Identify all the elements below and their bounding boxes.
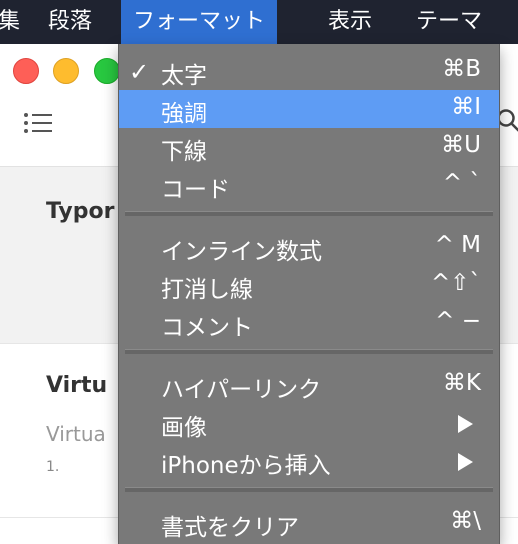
menu-item-image[interactable]: 画像 <box>119 404 499 442</box>
shortcut-label: ⌘K <box>442 370 481 396</box>
format-menu: ✓ 太字 ⌘B 強調 ⌘I 下線 ⌘U コード ^ ` インライン数式 ^ M … <box>118 44 500 544</box>
menu-item-hyperlink[interactable]: ハイパーリンク ⌘K <box>119 366 499 404</box>
menu-item-label: 画像 <box>161 415 207 441</box>
menu-item-label: コメント <box>161 315 253 341</box>
menu-item-label: 強調 <box>161 101 207 127</box>
menu-item-inline-math[interactable]: インライン数式 ^ M <box>119 228 499 266</box>
outline-list-icon[interactable] <box>24 112 52 134</box>
menu-item-label: インライン数式 <box>161 239 322 265</box>
menu-item-code[interactable]: コード ^ ` <box>119 166 499 204</box>
menu-item-label: iPhoneから挿入 <box>161 453 331 479</box>
menu-item-comment[interactable]: コメント ^ − <box>119 304 499 342</box>
menubar-item-view[interactable]: 表示 <box>316 0 384 44</box>
menu-item-label: コード <box>161 177 230 203</box>
menu-item-emphasis[interactable]: 強調 ⌘I <box>119 90 499 128</box>
file-preview-number: 1. <box>46 459 60 475</box>
shortcut-label: ⌘\ <box>450 508 481 534</box>
file-title[interactable]: Virtu <box>46 373 107 398</box>
minimize-window-button[interactable] <box>53 58 79 84</box>
menu-item-label: 打消し線 <box>161 277 253 303</box>
menu-item-insert-from-iphone[interactable]: iPhoneから挿入 <box>119 442 499 480</box>
menu-bar: 集 段落 フォーマット 表示 テーマ <box>0 0 518 44</box>
shortcut-label: ^⇧` <box>430 270 481 296</box>
close-window-button[interactable] <box>13 58 39 84</box>
menu-item-label: 下線 <box>161 139 207 165</box>
shortcut-label: ^ − <box>435 308 481 334</box>
menubar-item-theme[interactable]: テーマ <box>404 0 494 44</box>
submenu-arrow-icon <box>458 415 473 433</box>
file-title: Typor <box>46 199 115 224</box>
menu-separator <box>125 349 493 354</box>
menu-item-label: 太字 <box>161 63 207 89</box>
menu-separator <box>125 211 493 216</box>
menu-item-clear-format[interactable]: 書式をクリア ⌘\ <box>119 504 499 542</box>
menu-item-bold[interactable]: ✓ 太字 ⌘B <box>119 52 499 90</box>
menubar-item-format[interactable]: フォーマット <box>121 0 278 44</box>
submenu-arrow-icon <box>458 453 473 471</box>
shortcut-label: ^ M <box>434 232 481 258</box>
menu-separator <box>125 487 493 492</box>
menu-item-underline[interactable]: 下線 ⌘U <box>119 128 499 166</box>
shortcut-label: ⌘U <box>441 132 481 158</box>
menu-item-label: 書式をクリア <box>161 515 299 541</box>
menubar-item-edit[interactable]: 集 <box>0 0 32 44</box>
menu-item-strikethrough[interactable]: 打消し線 ^⇧` <box>119 266 499 304</box>
menu-item-label: ハイパーリンク <box>161 377 322 403</box>
zoom-window-button[interactable] <box>94 58 120 84</box>
shortcut-label: ⌘I <box>451 94 481 120</box>
checkmark-icon: ✓ <box>129 58 150 86</box>
menubar-item-paragraph[interactable]: 段落 <box>36 0 104 44</box>
file-preview: Virtua <box>46 422 106 446</box>
shortcut-label: ⌘B <box>442 56 481 82</box>
shortcut-label: ^ ` <box>442 170 481 196</box>
